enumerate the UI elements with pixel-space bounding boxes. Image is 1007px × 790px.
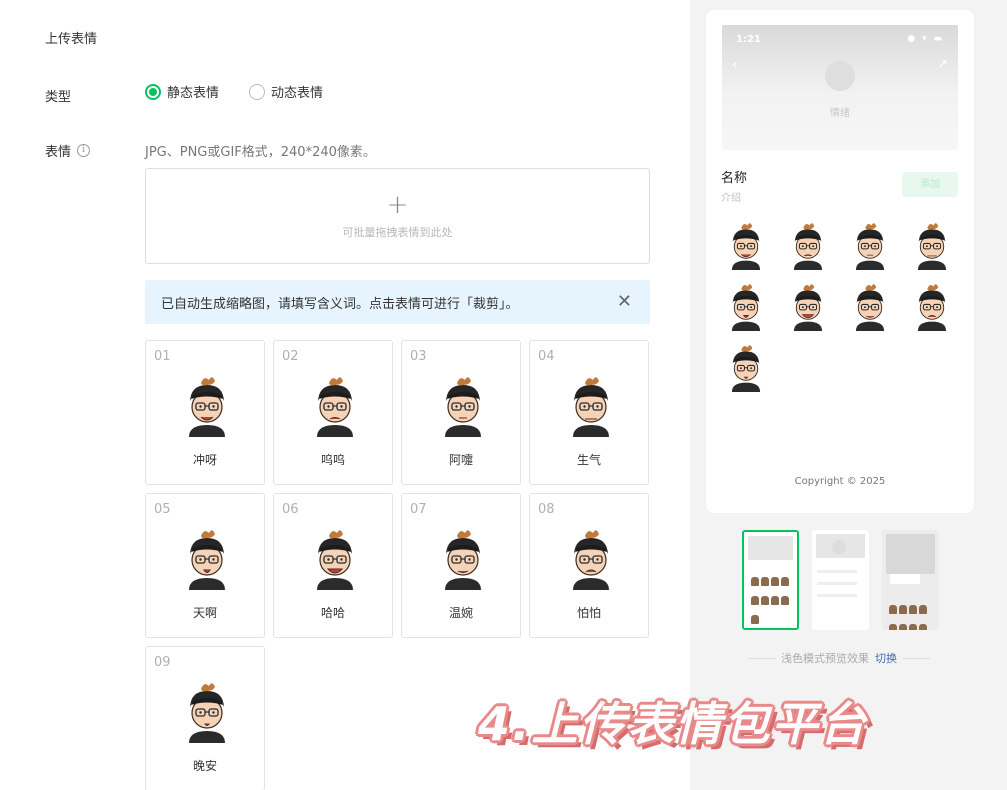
- auto-thumbnail-notice: 已自动生成缩略图，请填写含义词。点击表情可进行「裁剪」。 ✕: [145, 280, 650, 324]
- avatar: [825, 61, 855, 91]
- sticker-image: [307, 526, 363, 590]
- preview-sticker: [723, 220, 769, 270]
- sticker-label-text: 表情: [45, 145, 72, 160]
- radio-animated[interactable]: 动态表情: [249, 82, 323, 101]
- sticker-image: [307, 373, 363, 437]
- sticker-card[interactable]: 06 哈哈: [273, 493, 393, 638]
- status-icons: ● ▾ ▬: [907, 34, 944, 44]
- sticker-card[interactable]: 01 冲呀: [145, 340, 265, 485]
- info-icon[interactable]: i: [77, 144, 91, 157]
- radio-animated-dot[interactable]: [249, 83, 266, 100]
- sticker-number: 02: [282, 349, 299, 364]
- radio-static-dot[interactable]: [145, 83, 161, 100]
- preview-panel: 1:21 ● ▾ ▬ ‹ ↗ 情绪 名称 介绍 添加 Copyright © 2…: [690, 0, 1007, 790]
- type-label: 类型: [45, 86, 71, 105]
- preview-add-button: 添加: [902, 172, 958, 197]
- avatar-name: 情绪: [830, 108, 850, 119]
- thumb-line: [817, 594, 857, 597]
- thumb-line: [817, 582, 857, 585]
- sticker-card[interactable]: 08 怕怕: [529, 493, 649, 638]
- phone-header: 1:21 ● ▾ ▬ ‹ ↗ 情绪: [722, 25, 958, 150]
- sticker-number: 07: [410, 502, 427, 517]
- thumb-line: [817, 570, 857, 573]
- preview-name: 名称: [721, 171, 748, 186]
- thumb-sticker-dots: [750, 572, 794, 628]
- share-icon: ↗: [937, 57, 948, 72]
- upload-form: 上传表情 类型 静态表情 动态表情 表情 i JPG、PNG或GIF格式，240…: [0, 0, 690, 790]
- sticker-number: 06: [282, 502, 299, 517]
- preview-sticker: [847, 220, 893, 270]
- theme-switch-link[interactable]: 切换: [875, 650, 897, 666]
- theme-thumbnails: [742, 530, 939, 630]
- upload-dropzone[interactable]: + 可批量拖拽表情到此处: [145, 168, 650, 264]
- sticker-number: 08: [538, 502, 555, 517]
- sticker-image: [563, 526, 619, 590]
- thumb-header: [886, 534, 935, 574]
- overlay-caption: 4.上传表情包平台: [478, 697, 868, 751]
- back-icon: ‹: [732, 57, 738, 73]
- thumb-header: [748, 536, 793, 560]
- sticker-number: 09: [154, 655, 171, 670]
- sticker-image: [435, 373, 491, 437]
- preview-sticker: [909, 220, 955, 270]
- preview-sticker: [847, 281, 893, 331]
- sticker-label: 呜呜: [320, 453, 345, 467]
- sticker-card[interactable]: 02 呜呜: [273, 340, 393, 485]
- theme-thumb-light[interactable]: [742, 530, 799, 630]
- sticker-image: [435, 526, 491, 590]
- thumb-avatar: [832, 540, 846, 554]
- sticker-card[interactable]: 07 温婉: [401, 493, 521, 638]
- sticker-image: [179, 679, 235, 743]
- sticker-image: [563, 373, 619, 437]
- plus-icon: +: [386, 190, 409, 220]
- sticker-label: 晚安: [192, 759, 217, 773]
- sticker-number: 01: [154, 349, 171, 364]
- sticker-label: 哈哈: [320, 606, 345, 620]
- preview-sticker: [723, 342, 769, 392]
- sticker-card[interactable]: 05 天啊: [145, 493, 265, 638]
- close-icon[interactable]: ✕: [617, 293, 632, 311]
- sticker-label: 冲呀: [192, 453, 217, 467]
- preview-intro: 介绍: [721, 193, 741, 204]
- sticker-number: 05: [154, 502, 171, 517]
- sticker-number: 03: [410, 349, 427, 364]
- format-hint: JPG、PNG或GIF格式，240*240像素。: [145, 145, 376, 160]
- preview-sticker: [785, 281, 831, 331]
- thumb-sticker-dots: [888, 600, 932, 630]
- sticker-image: [179, 526, 235, 590]
- sticker-card[interactable]: 03 阿嚏: [401, 340, 521, 485]
- thumb-bubble: [890, 574, 920, 584]
- sticker-label: 天啊: [192, 606, 217, 620]
- radio-static-label: 静态表情: [167, 86, 220, 101]
- theme-mode-text: 浅色模式预览效果: [781, 652, 869, 665]
- sticker-card[interactable]: 09 晚安: [145, 646, 265, 790]
- status-time: 1:21: [736, 34, 761, 45]
- sticker-image: [179, 373, 235, 437]
- preview-card: 1:21 ● ▾ ▬ ‹ ↗ 情绪 名称 介绍 添加 Copyright © 2…: [706, 10, 974, 513]
- theme-thumb-chat[interactable]: [882, 530, 939, 630]
- sticker-label: 表情 i: [45, 141, 91, 160]
- preview-sticker: [723, 281, 769, 331]
- copyright: Copyright © 2025: [794, 476, 886, 487]
- type-label-text: 类型: [45, 90, 72, 105]
- notice-text: 已自动生成缩略图，请填写含义词。点击表情可进行「裁剪」。: [161, 296, 519, 312]
- dropzone-text: 可批量拖拽表情到此处: [342, 226, 453, 239]
- sticker-card[interactable]: 04 生气: [529, 340, 649, 485]
- section-title: 上传表情: [45, 32, 98, 47]
- radio-static[interactable]: 静态表情: [145, 82, 219, 101]
- sticker-label: 怕怕: [576, 606, 601, 620]
- sticker-label: 阿嚏: [448, 453, 473, 467]
- sticker-label: 温婉: [448, 606, 473, 620]
- type-radio-group: 静态表情 动态表情: [145, 82, 323, 101]
- sticker-label: 生气: [576, 453, 601, 467]
- radio-animated-label: 动态表情: [271, 86, 324, 101]
- preview-sticker: [909, 281, 955, 331]
- theme-switch-line: 浅色模式预览效果 切换: [748, 650, 930, 666]
- theme-thumb-detail[interactable]: [812, 530, 869, 630]
- sticker-number: 04: [538, 349, 555, 364]
- preview-sticker: [785, 220, 831, 270]
